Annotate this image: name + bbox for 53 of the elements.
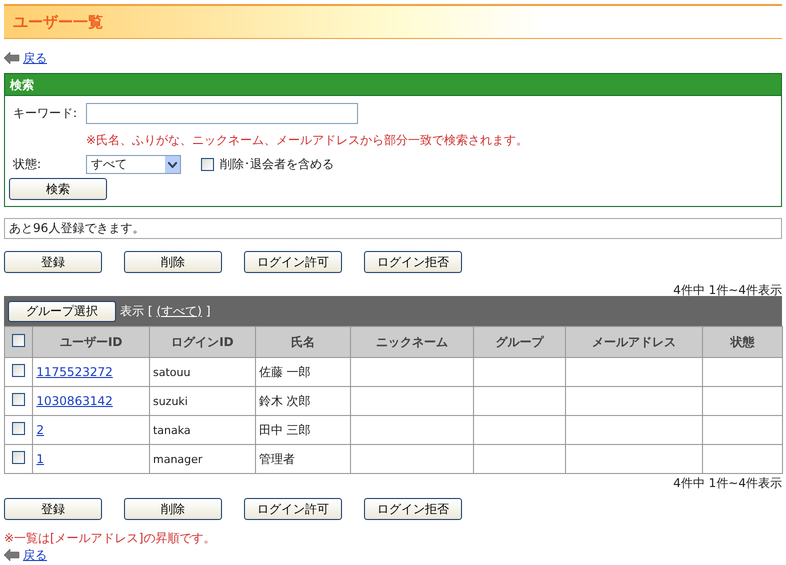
page-title: ユーザー一覧 <box>4 4 782 39</box>
checkbox[interactable] <box>12 364 26 377</box>
search-button[interactable]: 検索 <box>9 178 107 200</box>
column-header: ユーザーID <box>32 326 150 358</box>
column-header: ニックネーム <box>350 326 474 358</box>
result-count: 4件中 1件~4件表示 <box>672 475 782 489</box>
checkbox[interactable] <box>12 422 26 435</box>
checkbox-label: 削除･退会者を含める <box>220 156 334 173</box>
checkbox[interactable] <box>12 393 26 406</box>
table-cell: 鈴木 次郎 <box>255 386 350 416</box>
table-cell: 管理者 <box>255 444 350 474</box>
result-count: 4件中 1件~4件表示 <box>672 282 782 296</box>
checkbox[interactable] <box>201 158 214 171</box>
action-button[interactable]: ログイン許可 <box>244 251 342 273</box>
column-header: メールアドレス <box>565 326 702 358</box>
status-dropdown[interactable]: すべて <box>86 155 181 174</box>
table-cell: satouu <box>149 358 256 386</box>
back-link[interactable]: 戻る <box>23 546 47 564</box>
back-arrow-icon <box>4 52 20 64</box>
display-filter-link[interactable]: (すべて) <box>156 302 202 320</box>
column-header: 氏名 <box>255 326 350 358</box>
table-cell: manager <box>149 444 256 474</box>
action-button[interactable]: 登録 <box>4 498 102 520</box>
search-hint: ※氏名、ふりがな、ニックネーム、メールアドレスから部分一致で検索されます。 <box>86 132 530 149</box>
display-label: 表示 [ <box>120 302 152 320</box>
table-cell: 田中 三郎 <box>255 416 350 444</box>
column-header: グループ <box>474 326 566 358</box>
user-id-link[interactable]: 1 <box>36 452 44 466</box>
checkbox[interactable] <box>12 334 26 347</box>
action-button[interactable]: ログイン拒否 <box>364 498 462 520</box>
panel-title: 検索 <box>5 74 781 96</box>
action-button[interactable]: 削除 <box>124 251 222 273</box>
group-select-button[interactable]: グループ選択 <box>8 300 116 322</box>
table-cell: tanaka <box>149 416 256 444</box>
action-button[interactable]: ログイン許可 <box>244 498 342 520</box>
bracket-label: ] <box>206 304 211 318</box>
action-button[interactable]: 登録 <box>4 251 102 273</box>
column-header: 状態 <box>702 326 782 358</box>
back-arrow-icon <box>4 549 20 561</box>
column-header: ログインID <box>149 326 256 358</box>
chevron-down-icon <box>165 156 180 173</box>
sort-note: ※一覧は[メールアドレス]の昇順です。 <box>4 530 216 547</box>
field-label: キーワード: <box>12 105 78 122</box>
checkbox[interactable] <box>12 451 26 464</box>
keyword-field[interactable] <box>86 103 358 124</box>
info-message: あと96人登録できます。 <box>4 218 782 239</box>
user-id-link[interactable]: 2 <box>36 423 44 437</box>
back-link[interactable]: 戻る <box>23 50 47 66</box>
table-cell: suzuki <box>149 386 256 416</box>
action-button[interactable]: ログイン拒否 <box>364 251 462 273</box>
action-button[interactable]: 削除 <box>124 498 222 520</box>
field-label: 状態: <box>12 156 42 173</box>
table-cell: 佐藤 一郎 <box>255 358 350 386</box>
